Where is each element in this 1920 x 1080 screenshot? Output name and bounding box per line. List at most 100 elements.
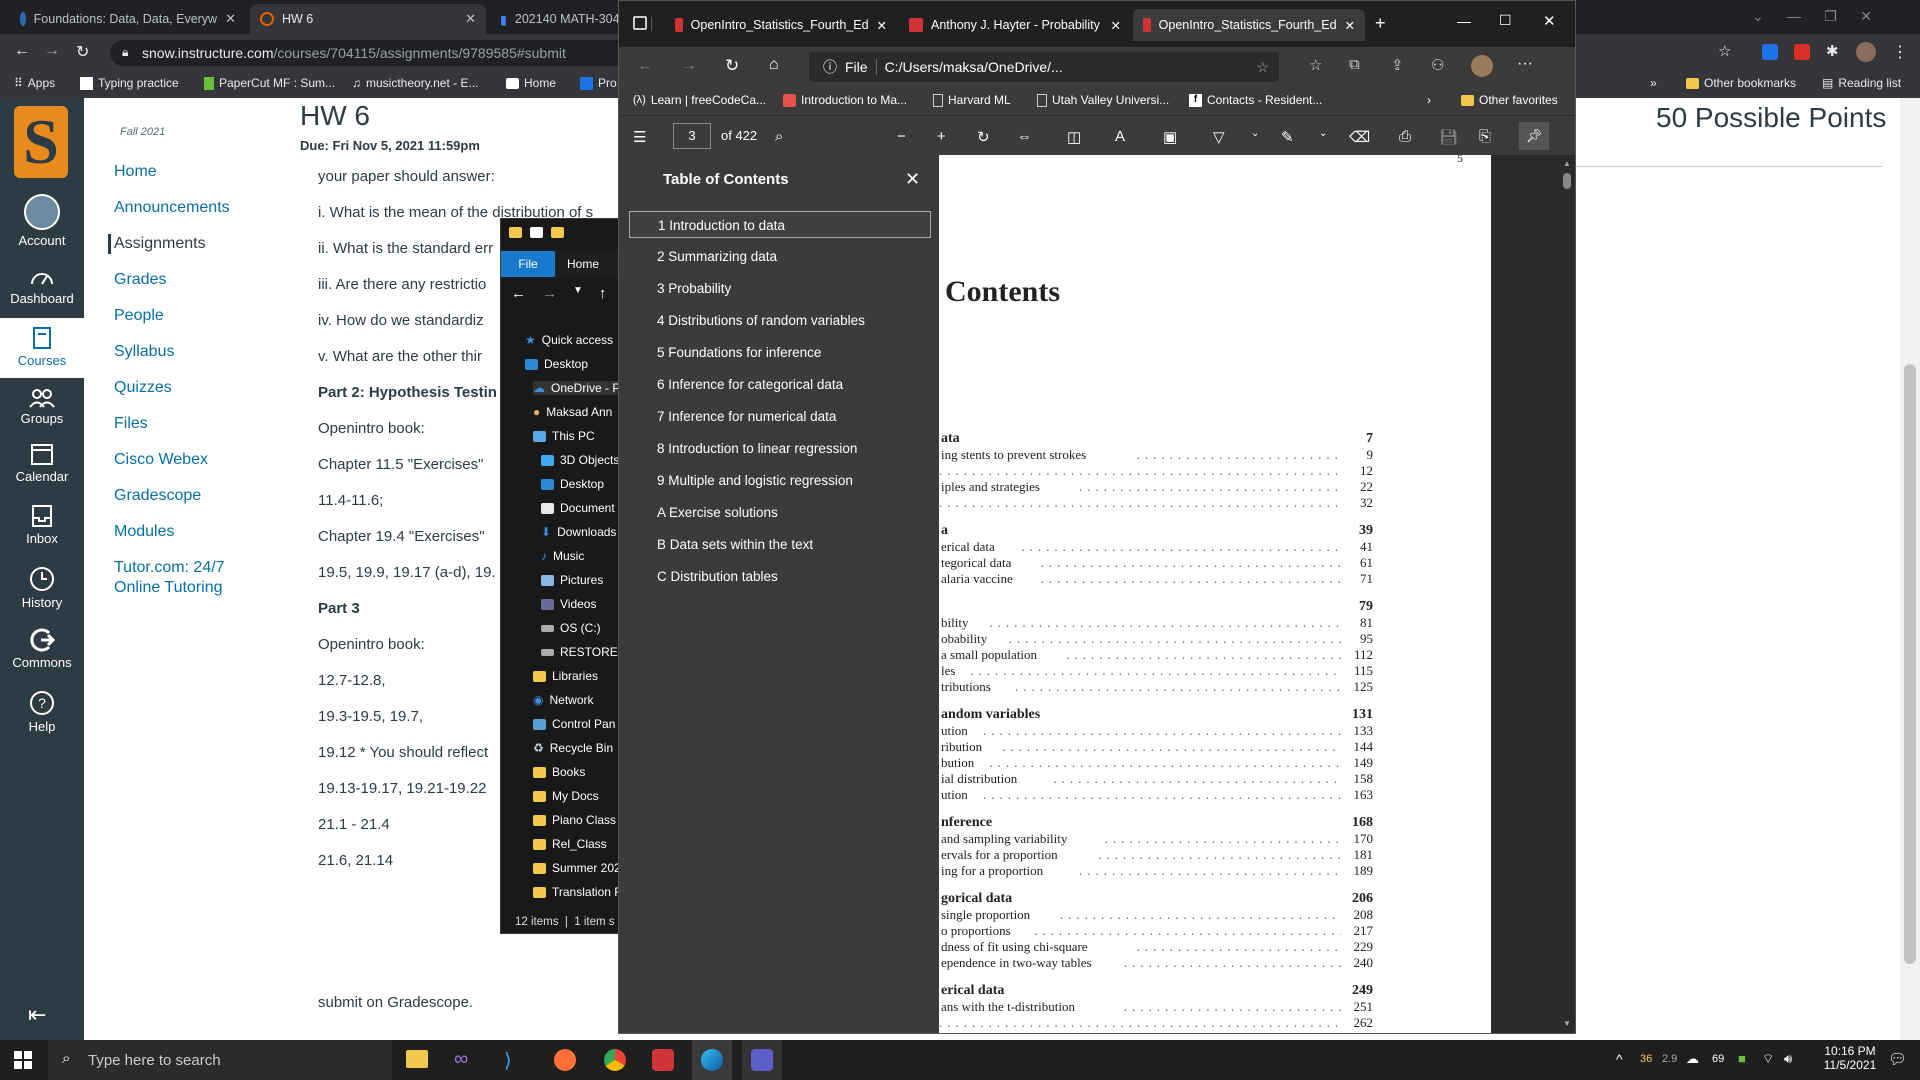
tab-actions-icon[interactable] (633, 16, 647, 30)
nav-groups[interactable]: Groups (0, 388, 84, 426)
bookmarks-overflow-chevron-icon[interactable]: » (1650, 76, 1657, 90)
draw-icon[interactable]: ▽ (1213, 128, 1225, 146)
contents-section-row[interactable]: dness of fit using chi-square...........… (939, 939, 1491, 955)
contents-section-row[interactable]: ependence in two-way tables.............… (939, 955, 1491, 971)
apps-icon[interactable]: ⚇ (1431, 56, 1444, 74)
course-nav-cisco-webex[interactable]: Cisco Webex (114, 450, 208, 470)
bookmark[interactable]: Pro (580, 76, 617, 90)
nav-dashboard[interactable]: Dashboard (0, 266, 84, 306)
extension-icon[interactable] (1794, 44, 1810, 60)
tree-item[interactable]: ◉ Network (533, 693, 594, 707)
course-nav-announcements[interactable]: Announcements (114, 198, 230, 218)
bookmark-star-icon[interactable]: ☆ (1718, 42, 1731, 60)
fit-to-page-icon[interactable]: ⇔ (1017, 128, 1032, 145)
table-of-contents-icon[interactable]: ☰ (633, 128, 646, 146)
contents-chapter-row[interactable]: nference 168 (939, 815, 1491, 831)
tree-item[interactable]: ♻ Recycle Bin (533, 741, 613, 755)
toc-item[interactable]: 7 Inference for numerical data (629, 403, 931, 430)
page-scrollbar[interactable] (1900, 98, 1920, 1040)
edge-tab-active[interactable]: OpenIntro_Statistics_Fourth_Ed ✕ (1133, 9, 1365, 41)
toc-item[interactable]: B Data sets within the text (629, 531, 931, 558)
firefox-icon[interactable] (554, 1049, 576, 1071)
forward-arrow-icon[interactable]: → (44, 42, 60, 60)
tree-item[interactable]: My Docs (533, 789, 599, 803)
page-view-icon[interactable]: ◫ (1067, 128, 1081, 146)
collapse-nav-icon[interactable]: ⇤ (28, 1002, 46, 1028)
school-logo[interactable]: S (14, 106, 68, 178)
back-arrow-icon[interactable]: ← (511, 285, 526, 302)
course-nav-home[interactable]: Home (114, 162, 157, 182)
pdf-scrollbar[interactable]: ▲ ▼ (1559, 155, 1575, 1033)
course-nav-quizzes[interactable]: Quizzes (114, 378, 172, 398)
chevron-up-icon[interactable]: ^ (1616, 1051, 1623, 1067)
tree-item[interactable]: Libraries (533, 669, 598, 683)
chrome-window-controls[interactable]: ⌄ — ❐ ✕ (1752, 8, 1872, 25)
forward-arrow-icon[interactable]: → (681, 57, 697, 75)
bookmark[interactable]: ♫ musictheory.net - E... (352, 76, 478, 90)
ribbon-home-tab[interactable]: Home (567, 257, 599, 271)
taskbar-search[interactable]: ⌕ Type here to search (48, 1040, 392, 1080)
puzzle-icon[interactable]: ✱ (1826, 42, 1839, 60)
close-icon[interactable]: ✕ (1111, 18, 1121, 33)
search-icon[interactable]: ⌕ (775, 128, 783, 145)
edge-taskbar-button[interactable] (692, 1040, 732, 1080)
course-nav-gradescope[interactable]: Gradescope (114, 486, 201, 506)
contents-section-row[interactable]: ........................................… (939, 495, 1491, 511)
chrome-tab[interactable]: ▮ 202140 MATH-304 (490, 4, 620, 34)
toc-item[interactable]: 5 Foundations for inference (629, 339, 931, 366)
contents-section-row[interactable]: ial distribution........................… (939, 771, 1491, 787)
nav-inbox[interactable]: Inbox (0, 504, 84, 546)
bookmark[interactable]: Home (506, 76, 556, 90)
save-icon[interactable]: 💾︎ (1439, 128, 1458, 146)
read-aloud-icon[interactable]: A (1115, 128, 1125, 145)
tree-item[interactable]: Rel_Class (533, 837, 607, 851)
more-icon[interactable]: ··· (1517, 55, 1533, 73)
toc-item[interactable]: 6 Inference for categorical data (629, 371, 931, 398)
tree-item[interactable]: OS (C:) (541, 621, 601, 635)
chrome-address-bar[interactable]: 🔒︎ snow.instructure.com/courses/704115/a… (110, 40, 630, 66)
favorite[interactable]: f Contacts - Resident... (1189, 93, 1322, 107)
favorite[interactable]: Harvard ML (933, 93, 1011, 107)
toc-item[interactable]: 3 Probability (629, 275, 931, 302)
maximize-icon[interactable]: ☐ (1499, 12, 1512, 29)
other-favorites[interactable]: Other favorites (1461, 93, 1558, 107)
course-nav-files[interactable]: Files (114, 414, 148, 434)
tree-item[interactable]: Desktop (541, 477, 604, 491)
weather-icon[interactable]: ☁ (1686, 1051, 1699, 1067)
edge-tab[interactable]: Anthony J. Hayter - Probability ✕ (899, 9, 1131, 41)
save-as-icon[interactable]: ⎘ (1479, 128, 1491, 145)
contents-section-row[interactable]: bution..................................… (939, 755, 1491, 771)
tree-item[interactable]: 3D Objects (541, 453, 619, 467)
nav-help[interactable]: ? Help (0, 690, 84, 734)
page-number-input[interactable]: 3 (673, 123, 711, 149)
contents-section-row[interactable]: obability...............................… (939, 631, 1491, 647)
avatar[interactable] (1856, 42, 1876, 62)
tree-item[interactable]: Pictures (541, 573, 603, 587)
close-icon[interactable]: ✕ (225, 11, 236, 27)
tree-item[interactable]: This PC (533, 429, 595, 443)
windows-start-icon[interactable] (14, 1051, 32, 1069)
course-nav-people[interactable]: People (114, 306, 164, 326)
tree-item[interactable]: Document (541, 501, 615, 515)
chevron-down-icon[interactable]: ▼ (573, 285, 583, 302)
scroll-up-icon[interactable]: ▲ (1563, 159, 1571, 168)
eraser-icon[interactable]: ⌫ (1349, 128, 1370, 146)
add-favorite-icon[interactable]: ☆ (1256, 59, 1269, 76)
nav-commons[interactable]: Commons (0, 628, 84, 670)
text-box-icon[interactable]: ▣ (1163, 128, 1177, 146)
chrome-tab-active[interactable]: HW 6 ✕ (250, 4, 486, 34)
contents-section-row[interactable]: a small population......................… (939, 647, 1491, 663)
scrollbar-thumb[interactable] (1904, 364, 1916, 964)
toc-item[interactable]: 1 Introduction to data (629, 211, 931, 238)
course-nav-modules[interactable]: Modules (114, 522, 174, 542)
course-nav-tutor-line2[interactable]: Online Tutoring (114, 578, 223, 598)
nav-courses[interactable]: Courses (0, 318, 84, 378)
contents-section-row[interactable]: ution...................................… (939, 787, 1491, 803)
chrome-tab[interactable]: Foundations: Data, Data, Everyw ✕ (10, 4, 246, 34)
contents-section-row[interactable]: ........................................… (939, 463, 1491, 479)
close-icon[interactable]: ✕ (1345, 18, 1355, 33)
toc-item[interactable]: 4 Distributions of random variables (629, 307, 931, 334)
tree-item[interactable]: ⬇ Downloads (541, 525, 616, 539)
toc-item[interactable]: C Distribution tables (629, 563, 931, 590)
toc-item[interactable]: 9 Multiple and logistic regression (629, 467, 931, 494)
